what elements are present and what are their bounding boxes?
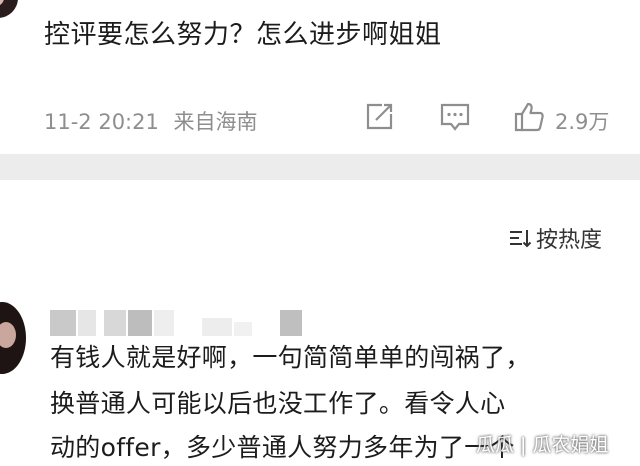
section-divider [0, 154, 640, 180]
comment-time: 11-2 20:21 [44, 110, 159, 134]
comment-meta: 11-2 20:21 来自海南 [44, 106, 258, 136]
reply-text-line: 有钱人就是好啊，一句简简单单的闯祸了， [50, 343, 531, 372]
comment-icon[interactable] [438, 100, 472, 134]
username-mosaic [202, 318, 232, 336]
share-icon[interactable] [362, 100, 396, 134]
sort-icon [510, 230, 532, 248]
username-mosaic [154, 310, 174, 336]
thumbs-up-icon[interactable] [512, 100, 546, 134]
reply-text-line: 换普通人可能以后也没工作了。看令人心 [50, 389, 506, 418]
avatar-top[interactable] [0, 0, 18, 18]
username-mosaic [234, 322, 252, 336]
username-mosaic [50, 310, 76, 336]
sort-label: 按热度 [536, 228, 603, 253]
watermark: 瓜瓜 | 瓜农娟姐 [476, 434, 609, 456]
comment-location: 来自海南 [173, 110, 258, 134]
like-count: 2.9万 [555, 110, 610, 134]
username-mosaic [280, 310, 302, 336]
sort-button[interactable]: 按热度 [508, 222, 602, 254]
username-mosaic [104, 310, 126, 336]
username-mosaic [128, 310, 152, 336]
reply-text-line: 动的offer，多少普通人努力多年为了一个 [50, 433, 515, 462]
comment-text: 控评要怎么努力？怎么进步啊姐姐 [44, 20, 442, 50]
username-mosaic [78, 310, 96, 336]
avatar-bottom[interactable] [0, 302, 26, 374]
